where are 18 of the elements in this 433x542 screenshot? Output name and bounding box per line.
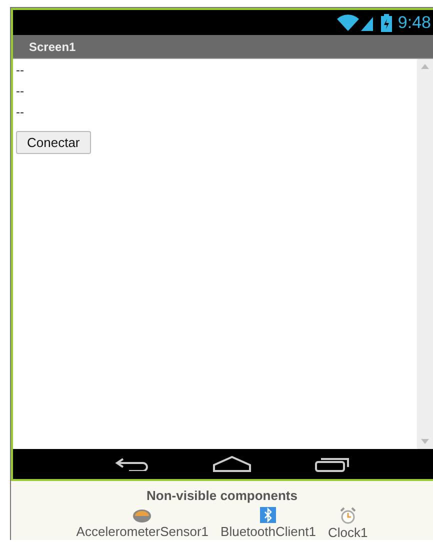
text-label: -- [16, 84, 25, 100]
bluetooth-icon [260, 507, 276, 523]
component-name[interactable]: Clock1 [328, 525, 368, 540]
clock-time: 9:48 [398, 12, 431, 32]
battery-icon [380, 14, 392, 32]
connect-button[interactable]: Conectar [16, 131, 91, 154]
screen-title: Screen1 [29, 40, 76, 54]
gauge-icon [132, 507, 152, 523]
recent-apps-icon[interactable] [315, 456, 351, 472]
alarm-clock-icon [338, 507, 357, 524]
component-name[interactable]: BluetoothClient1 [220, 524, 316, 539]
text-label: -- [16, 105, 25, 121]
wifi-signal-icon [334, 14, 375, 32]
text-label: -- [16, 63, 25, 79]
section-heading: Non-visible components [146, 488, 298, 503]
back-icon[interactable] [115, 457, 149, 471]
component-name[interactable]: AccelerometerSensor1 [76, 524, 209, 539]
home-icon[interactable] [213, 456, 251, 472]
